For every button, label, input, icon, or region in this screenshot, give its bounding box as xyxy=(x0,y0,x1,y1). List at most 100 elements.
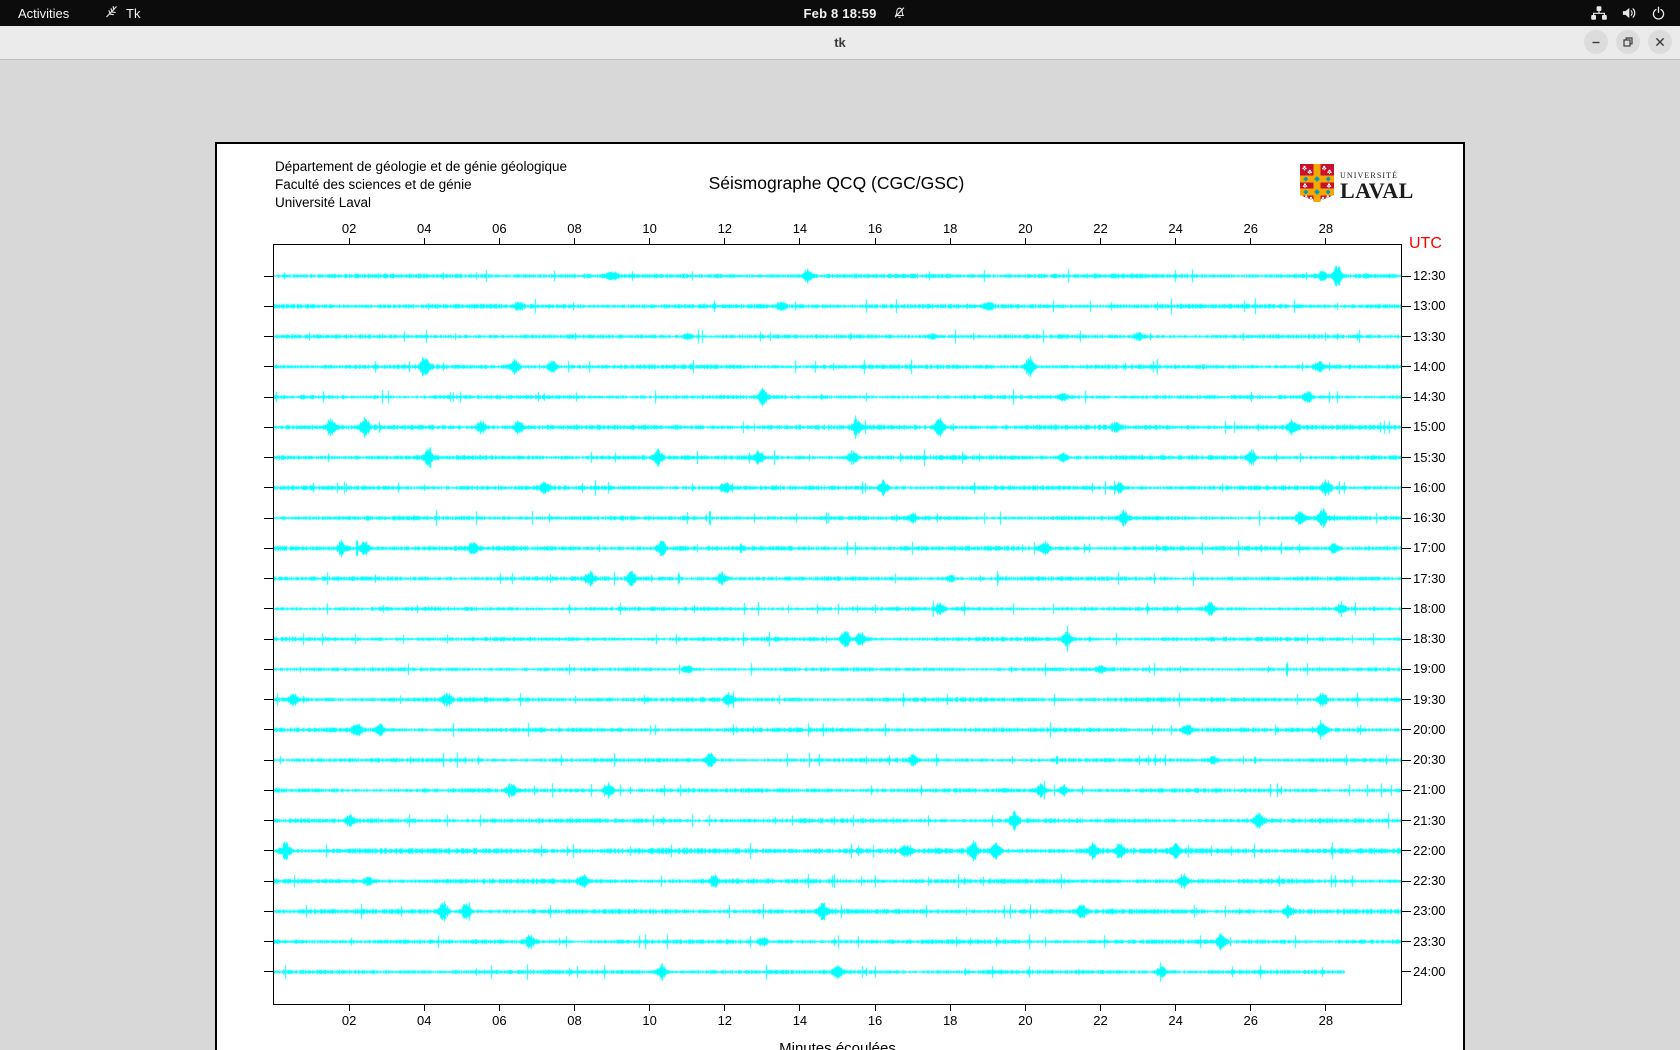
x-tick-top xyxy=(574,238,576,245)
x-tick-top xyxy=(1099,238,1101,245)
system-top-bar: Activities Tk Feb 8 18:59 xyxy=(0,0,1680,26)
utc-time-label: 23:30 xyxy=(1413,933,1446,949)
x-tick-bottom xyxy=(1325,1004,1327,1011)
x-tick-label-bottom: 24 xyxy=(1168,1013,1183,1028)
x-tick-label-bottom: 10 xyxy=(642,1013,657,1028)
utc-axis-label: UTC xyxy=(1409,235,1442,252)
x-tick-label-top: 14 xyxy=(792,221,808,236)
row-tick-left xyxy=(264,820,274,822)
app-menu[interactable]: Tk xyxy=(104,0,140,26)
utc-time-label: 22:30 xyxy=(1413,873,1446,889)
maximize-restore-button[interactable] xyxy=(1616,30,1640,54)
x-tick-bottom xyxy=(949,1004,951,1011)
window-titlebar[interactable]: tk xyxy=(0,26,1680,60)
row-tick-left xyxy=(264,729,274,731)
row-tick-right xyxy=(1401,547,1411,549)
x-tick-top xyxy=(348,238,350,245)
volume-icon xyxy=(1621,5,1638,21)
row-tick-right xyxy=(1401,517,1411,519)
utc-time-label: 17:00 xyxy=(1413,540,1446,556)
row-tick-left xyxy=(264,336,274,338)
x-tick-label-top: 20 xyxy=(1018,221,1033,236)
minimize-button[interactable] xyxy=(1584,30,1608,54)
system-status-area[interactable] xyxy=(1590,0,1666,26)
x-tick-label-bottom: 18 xyxy=(942,1013,958,1028)
utc-time-label: 19:30 xyxy=(1413,691,1446,707)
network-icon xyxy=(1590,5,1608,21)
x-tick-label-bottom: 28 xyxy=(1318,1013,1334,1028)
x-tick-top xyxy=(649,238,651,245)
x-tick-label-top: 26 xyxy=(1243,221,1258,236)
row-tick-right xyxy=(1401,638,1411,640)
tk-app-icon xyxy=(104,4,119,22)
row-tick-right xyxy=(1401,275,1411,277)
x-tick-label-top: 22 xyxy=(1093,221,1108,236)
x-tick-top xyxy=(1325,238,1327,245)
row-tick-left xyxy=(264,396,274,398)
x-tick-bottom xyxy=(1175,1004,1177,1011)
row-tick-right xyxy=(1401,457,1411,459)
x-tick-label-top: 06 xyxy=(492,221,507,236)
x-tick-bottom xyxy=(423,1004,425,1011)
x-tick-label-bottom: 06 xyxy=(492,1013,507,1028)
clock-text: Feb 8 18:59 xyxy=(803,5,877,21)
window-title: tk xyxy=(834,35,846,50)
utc-time-label: 16:30 xyxy=(1413,510,1446,526)
close-button[interactable] xyxy=(1648,30,1672,54)
logo-laval-text: LAVAL xyxy=(1340,178,1414,203)
row-tick-left xyxy=(264,910,274,912)
utc-time-label: 13:00 xyxy=(1413,298,1446,314)
row-tick-right xyxy=(1401,880,1411,882)
org-line-3: Université Laval xyxy=(275,195,372,210)
utc-time-label: 19:00 xyxy=(1413,661,1446,677)
x-tick-label-top: 10 xyxy=(642,221,657,236)
x-tick-label-bottom: 26 xyxy=(1243,1013,1258,1028)
helicorder-plot: UTC Minutes écoulées 02 02 04 04 06 06 08 08 10 1… xyxy=(264,221,1446,1050)
x-tick-label-bottom: 20 xyxy=(1018,1013,1033,1028)
page-title: Séismographe QCQ (CGC/GSC) xyxy=(708,173,965,193)
row-tick-left xyxy=(264,305,274,307)
x-tick-top xyxy=(949,238,951,245)
utc-time-label: 15:00 xyxy=(1413,419,1446,435)
row-tick-right xyxy=(1401,336,1411,338)
utc-time-label: 23:00 xyxy=(1413,903,1446,919)
x-tick-label-top: 28 xyxy=(1318,221,1334,236)
row-tick-left xyxy=(264,517,274,519)
x-tick-top xyxy=(498,238,500,245)
utc-time-label: 20:30 xyxy=(1413,752,1446,768)
row-tick-left xyxy=(264,608,274,610)
x-tick-label-top: 02 xyxy=(341,221,357,236)
clock-button[interactable]: Feb 8 18:59 xyxy=(803,0,876,26)
seismograph-canvas-panel: Département de géologie et de génie géol… xyxy=(215,142,1465,1050)
x-tick-label-top: 12 xyxy=(717,221,733,236)
row-tick-right xyxy=(1401,426,1411,428)
row-tick-right xyxy=(1401,699,1411,701)
x-tick-label-bottom: 16 xyxy=(867,1013,883,1028)
activities-button[interactable]: Activities xyxy=(18,0,69,26)
x-axis-title: Minutes écoulées xyxy=(779,1040,896,1050)
utc-time-label: 12:30 xyxy=(1413,268,1446,283)
row-tick-left xyxy=(264,941,274,943)
utc-time-label: 14:30 xyxy=(1413,389,1446,405)
utc-time-label: 16:00 xyxy=(1413,479,1446,495)
row-tick-left xyxy=(264,971,274,973)
row-tick-right xyxy=(1401,820,1411,822)
row-tick-left xyxy=(264,426,274,428)
seismogram-traces-canvas xyxy=(274,245,1401,1004)
utc-time-label: 14:00 xyxy=(1413,358,1446,374)
row-tick-right xyxy=(1401,608,1411,610)
x-tick-bottom xyxy=(1024,1004,1026,1011)
utc-time-label: 21:30 xyxy=(1413,812,1446,828)
window-controls xyxy=(1584,30,1672,54)
row-tick-right xyxy=(1401,396,1411,398)
row-tick-left xyxy=(264,699,274,701)
x-tick-bottom xyxy=(649,1004,651,1011)
row-tick-right xyxy=(1401,910,1411,912)
app-menu-label: Tk xyxy=(126,5,141,21)
x-tick-bottom xyxy=(348,1004,350,1011)
x-tick-label-bottom: 22 xyxy=(1093,1013,1108,1028)
x-tick-label-bottom: 02 xyxy=(341,1013,357,1028)
utc-time-label: 18:30 xyxy=(1413,631,1446,647)
utc-time-label: 15:30 xyxy=(1413,449,1446,465)
x-tick-bottom xyxy=(574,1004,576,1011)
